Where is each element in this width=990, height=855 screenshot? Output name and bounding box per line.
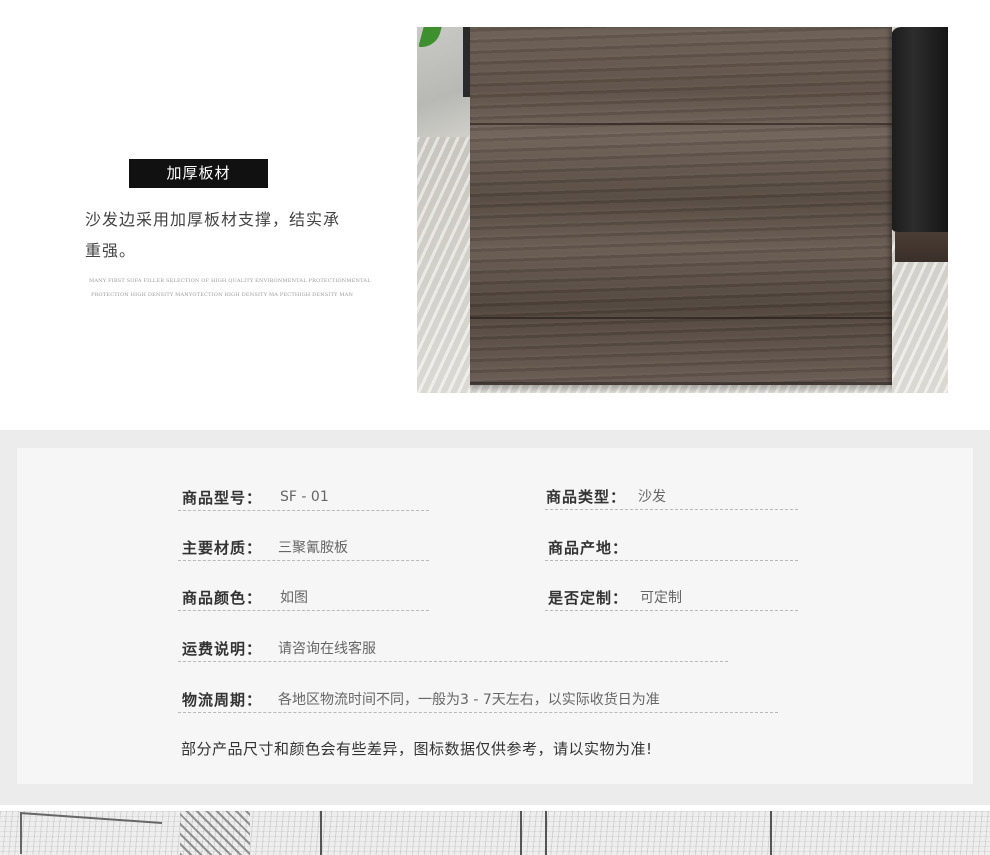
spec-label: 主要材质： xyxy=(182,538,263,557)
spec-row-shipping: 运费说明： 请咨询在线客服 xyxy=(178,635,728,662)
sketch-window xyxy=(20,812,162,855)
feature-english-text: MANY FIRST SOFA FILLER SELECTION OF HIGH… xyxy=(89,274,371,302)
spec-label: 物流周期： xyxy=(182,690,263,709)
feature-description: 沙发边采用加厚板材支撑，结实承重强。 xyxy=(85,210,341,260)
panel-shadow xyxy=(470,382,892,393)
english-line-1: MANY FIRST SOFA FILLER SELECTION OF HIGH… xyxy=(89,278,371,284)
spec-label: 商品颜色： xyxy=(182,588,263,607)
spec-value: 可定制 xyxy=(640,590,683,606)
feature-section: 加厚板材 沙发边采用加厚板材支撑，结实承重强。 MANY FIRST SOFA … xyxy=(0,0,990,430)
sketch-plant xyxy=(180,811,250,855)
spec-value: 各地区物流时间不同，一般为3 - 7天左右，以实际收货日为准 xyxy=(278,692,660,708)
sketch-frame-line xyxy=(770,811,772,855)
wood-panel-photo xyxy=(417,27,948,393)
spec-label: 商品型号： xyxy=(182,488,263,507)
sketch-frame-line xyxy=(545,811,547,855)
spec-row-material: 主要材质： 三聚氰胺板 xyxy=(178,534,429,561)
wood-panel xyxy=(470,27,892,385)
english-line-2: PROTECTION HIGH DENSITY MANYOTECTION HIG… xyxy=(91,292,354,298)
sketch-frame-line xyxy=(320,811,322,855)
spec-value: 如图 xyxy=(280,590,309,606)
disclaimer-note: 部分产品尺寸和颜色会有些差异，图标数据仅供参考，请以实物为准! xyxy=(181,740,653,758)
sketch-illustration-strip xyxy=(0,811,990,855)
spec-row-logistics: 物流周期： 各地区物流时间不同，一般为3 - 7天左右，以实际收货日为准 xyxy=(178,686,778,713)
wood-seam xyxy=(470,123,892,125)
spec-value: SF - 01 xyxy=(280,489,329,505)
feature-tag: 加厚板材 xyxy=(129,159,268,188)
spec-row-custom: 是否定制： 可定制 xyxy=(545,584,798,611)
spec-value: 请咨询在线客服 xyxy=(278,641,377,657)
spec-row-origin: 商品产地： xyxy=(545,534,798,561)
spec-label: 运费说明： xyxy=(182,639,263,658)
spec-value: 三聚氰胺板 xyxy=(278,540,349,556)
spec-row-type: 商品类型： 沙发 xyxy=(545,483,798,510)
spec-label: 商品类型： xyxy=(546,487,627,506)
wood-seam xyxy=(470,317,892,319)
spec-row-color: 商品颜色： 如图 xyxy=(178,584,429,611)
sketch-frame-line xyxy=(520,811,522,855)
spec-label: 商品产地： xyxy=(548,538,629,557)
photo-sofa-cushion xyxy=(891,27,948,232)
spec-row-model: 商品型号： SF - 01 xyxy=(178,484,429,511)
spec-value: 沙发 xyxy=(638,489,667,505)
photo-sofa-base xyxy=(895,232,948,262)
spec-card xyxy=(17,448,973,784)
spec-label: 是否定制： xyxy=(548,588,629,607)
